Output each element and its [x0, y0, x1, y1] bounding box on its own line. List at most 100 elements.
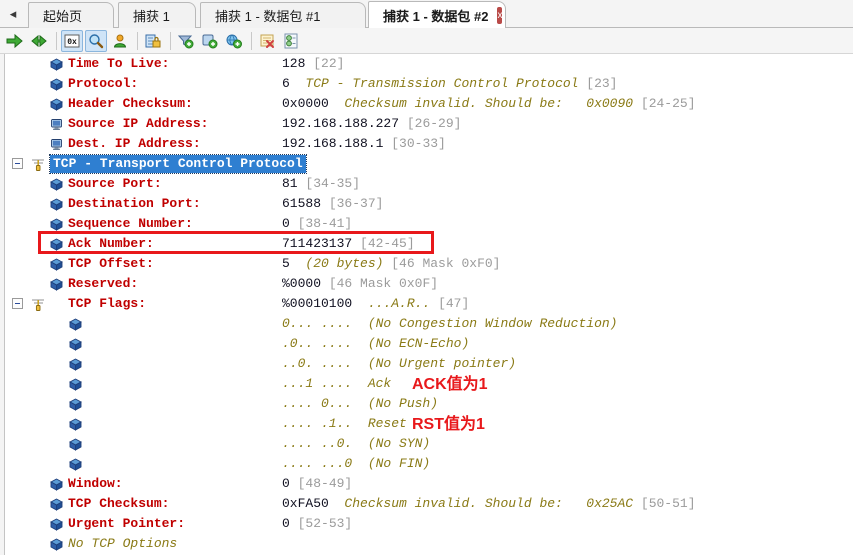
protocol-icon	[31, 297, 44, 311]
value-text: 0	[282, 216, 290, 231]
tree-row-window[interactable]: Window: 0 [48-49]	[4, 474, 853, 494]
red-annotation-flag-ack: ACK值为1	[412, 376, 488, 393]
tree-row-flag-ecn[interactable]: .0.. .... (No ECN-Echo)	[4, 334, 853, 354]
properties-icon[interactable]	[280, 30, 302, 52]
user-icon[interactable]	[109, 30, 131, 52]
tree-row-tcp-protocol-node[interactable]: TCP - Transport Control Protocol	[4, 154, 853, 174]
value-comment: (No Urgent pointer)	[367, 356, 517, 371]
value-text: %0000	[282, 276, 322, 291]
value-text: 61588	[282, 196, 322, 211]
tree-row-header-checksum[interactable]: Header Checksum: 0x0000 Checksum invalid.…	[4, 94, 853, 114]
value-text: 0	[282, 516, 290, 531]
field-value: 192.168.188.227 [26-29]	[282, 114, 461, 134]
go-forward-icon[interactable]	[4, 30, 26, 52]
field-value: 0 [52-53]	[282, 514, 352, 534]
byte-offsets: [46 Mask 0x0F]	[328, 276, 439, 291]
tree-row-dest-ip-address[interactable]: Dest. IP Address: 192.168.188.1 [30-33]	[4, 134, 853, 154]
value-text: 128	[282, 56, 306, 71]
cube-icon	[50, 238, 63, 251]
tab-4[interactable]: 捕获 1 - 数据包 #2 x	[368, 1, 506, 28]
tree-row-flag-fin[interactable]: .... ...0 (No FIN)	[4, 454, 853, 474]
collapse-toggle-icon[interactable]	[12, 298, 23, 309]
protocol-icon	[31, 157, 44, 171]
tab-1[interactable]: 起始页	[28, 2, 114, 28]
tree-row-flag-cwr[interactable]: 0... .... (No Congestion Window Reductio…	[4, 314, 853, 334]
field-value: .... ...0 (No FIN)	[282, 454, 430, 474]
packet-detail-tree[interactable]: Time To Live: 128 [22] Protocol: 6 TCP - Tr…	[0, 54, 853, 555]
add-node-icon[interactable]	[199, 30, 221, 52]
tab-scroll-left-icon[interactable]: ◂	[2, 2, 24, 26]
field-label: TCP Checksum:	[68, 496, 170, 511]
tree-row-destination-port[interactable]: Destination Port: 61588 [36-37]	[4, 194, 853, 214]
lock-packet-icon[interactable]	[142, 30, 164, 52]
tree-row-urgent-pointer[interactable]: Urgent Pointer: 0 [52-53]	[4, 514, 853, 534]
field-label: Dest. IP Address:	[68, 136, 201, 151]
hex-view-icon[interactable]: 0x	[61, 29, 83, 52]
field-value: .... .1.. Reset	[282, 414, 407, 434]
cube-icon	[69, 418, 82, 431]
value-text: 192.168.188.227	[282, 116, 400, 131]
byte-offsets: [22]	[313, 56, 345, 71]
field-value: ..0. .... (No Urgent pointer)	[282, 354, 516, 374]
byte-offsets: [38-41]	[297, 216, 353, 231]
field-label: Header Checksum:	[68, 96, 193, 111]
packet-detail-window: ◂ 起始页 捕获 1 捕获 1 - 数据包 #1 捕获 1 - 数据包 #2 x 0x	[0, 0, 853, 555]
cube-icon	[50, 218, 63, 231]
cube-icon	[50, 498, 63, 511]
add-filter-icon[interactable]	[175, 30, 197, 52]
byte-offsets: [26-29]	[406, 116, 462, 131]
tab-close-icon[interactable]: x	[497, 6, 503, 24]
cube-icon	[50, 538, 63, 551]
tree-row-reserved[interactable]: Reserved: %0000 [46 Mask 0x0F]	[4, 274, 853, 294]
toolbar-separator-3	[170, 31, 171, 50]
tree-row-protocol[interactable]: Protocol: 6 TCP - Transmission Control Pr…	[4, 74, 853, 94]
tree-row-no-tcp-options[interactable]: No TCP Options	[4, 534, 853, 554]
flag-bits: .... .1..	[282, 416, 353, 431]
tree-row-flag-syn[interactable]: .... ..0. (No SYN)	[4, 434, 853, 454]
byte-offsets: [48-49]	[297, 476, 353, 491]
cube-icon	[50, 478, 63, 491]
field-label: Sequence Number:	[68, 216, 193, 231]
tree-row-tcp-checksum[interactable]: TCP Checksum: 0xFA50 Checksum invalid. Sh…	[4, 494, 853, 514]
tree-row-source-ip-address[interactable]: Source IP Address: 192.168.188.227 [26-29…	[4, 114, 853, 134]
tree-row-tcp-flags[interactable]: TCP Flags: %00010100 ...A.R.. [47]	[4, 294, 853, 314]
field-label: Window:	[68, 476, 123, 491]
collapse-toggle-icon[interactable]	[12, 158, 23, 169]
value-text: %00010100	[282, 296, 353, 311]
flag-bits: .0.. ....	[282, 336, 353, 351]
monitor-icon	[50, 118, 63, 131]
tab-3[interactable]: 捕获 1 - 数据包 #1	[200, 2, 366, 28]
byte-offsets: [34-35]	[305, 176, 361, 191]
byte-offsets: [36-37]	[328, 196, 384, 211]
tree-row-time-to-live[interactable]: Time To Live: 128 [22]	[4, 54, 853, 74]
value-text: 81	[282, 176, 298, 191]
search-icon[interactable]	[85, 29, 107, 52]
tree-row-source-port[interactable]: Source Port: 81 [34-35]	[4, 174, 853, 194]
tree-row-flag-urg[interactable]: ..0. .... (No Urgent pointer)	[4, 354, 853, 374]
tree-row-sequence-number[interactable]: Sequence Number: 0 [38-41]	[4, 214, 853, 234]
add-global-icon[interactable]	[223, 30, 245, 52]
tree-row-flag-rst[interactable]: .... .1.. Reset RST值为1	[4, 414, 853, 434]
byte-offsets: [42-45]	[360, 236, 415, 251]
field-value: 128 [22]	[282, 54, 344, 74]
tree-row-ack-number[interactable]: Ack Number: 711423137 [42-45]	[4, 234, 853, 254]
delete-note-icon[interactable]	[256, 30, 278, 52]
cube-icon	[69, 458, 82, 471]
field-value: %00010100 ...A.R.. [47]	[282, 294, 469, 314]
monitor-icon	[50, 138, 63, 151]
tab-2[interactable]: 捕获 1	[118, 2, 196, 28]
tree-row-flag-psh[interactable]: .... 0... (No Push)	[4, 394, 853, 414]
tab-label: 起始页	[43, 9, 83, 24]
field-label: TCP Flags:	[68, 296, 147, 311]
navigate-both-icon[interactable]	[28, 30, 50, 52]
value-comment: (No SYN)	[367, 436, 431, 451]
tab-bar: ◂ 起始页 捕获 1 捕获 1 - 数据包 #1 捕获 1 - 数据包 #2 x	[0, 0, 853, 28]
field-value: .... ..0. (No SYN)	[282, 434, 430, 454]
field-value: %0000 [46 Mask 0x0F]	[282, 274, 438, 294]
field-value: 0... .... (No Congestion Window Reductio…	[282, 314, 617, 334]
svg-text:0x: 0x	[67, 38, 77, 47]
tree-row-flag-ack[interactable]: ...1 .... Ack ACK值为1	[4, 374, 853, 394]
tree-row-tcp-offset[interactable]: TCP Offset: 5 (20 bytes) [46 Mask 0xF0]	[4, 254, 853, 274]
field-value: 0x0000 Checksum invalid. Should be: 0x00…	[282, 94, 696, 114]
toolbar-separator-2	[137, 31, 138, 50]
